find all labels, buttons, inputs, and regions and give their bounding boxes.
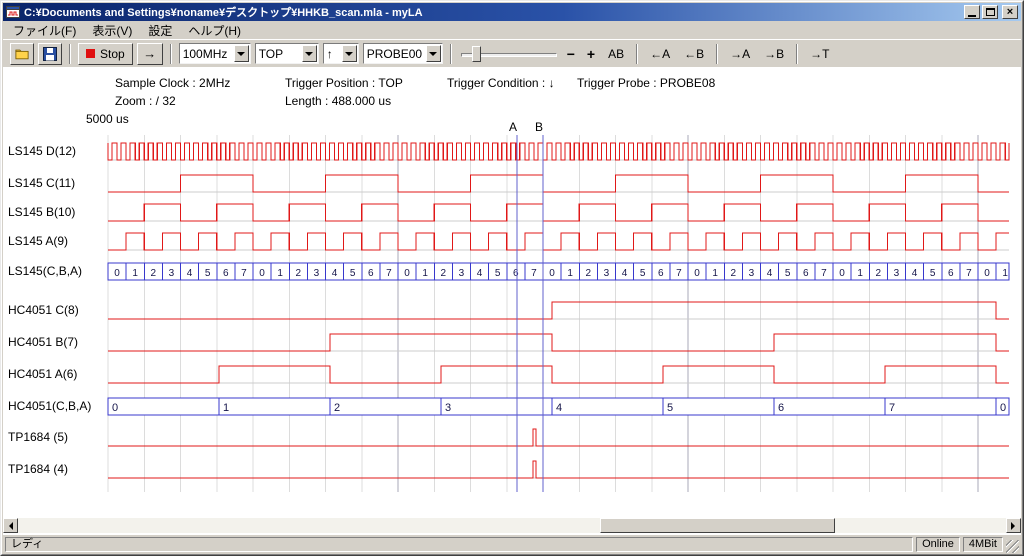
svg-text:0: 0 — [114, 268, 120, 279]
statusbar: レディ Online 4MBit — [3, 536, 1021, 553]
svg-text:4: 4 — [912, 268, 918, 279]
svg-text:1: 1 — [712, 268, 718, 279]
arrow-left-icon — [5, 522, 13, 530]
svg-text:0: 0 — [694, 268, 700, 279]
horizontal-scrollbar[interactable] — [3, 518, 1021, 533]
svg-text:4: 4 — [556, 402, 562, 414]
svg-text:5: 5 — [667, 402, 673, 414]
svg-text:4: 4 — [187, 268, 193, 279]
app-window: C:¥Documents and Settings¥noname¥デスクトップ¥… — [0, 0, 1024, 556]
svg-text:6: 6 — [368, 268, 374, 279]
svg-text:4: 4 — [767, 268, 773, 279]
svg-text:3: 3 — [749, 268, 755, 279]
svg-text:1: 1 — [567, 268, 573, 279]
status-memory-badge: 4MBit — [963, 537, 1003, 552]
svg-text:6: 6 — [778, 402, 784, 414]
svg-text:2: 2 — [296, 268, 302, 279]
svg-text:6: 6 — [803, 268, 809, 279]
svg-text:4: 4 — [477, 268, 483, 279]
svg-text:B: B — [535, 120, 543, 134]
svg-text:2: 2 — [441, 268, 447, 279]
svg-text:5: 5 — [350, 268, 356, 279]
svg-text:5: 5 — [930, 268, 936, 279]
arrow-right-icon — [1011, 522, 1019, 530]
svg-text:6: 6 — [513, 268, 519, 279]
svg-text:7: 7 — [966, 268, 972, 279]
svg-text:0: 0 — [984, 268, 990, 279]
status-message: レディ — [5, 537, 913, 552]
svg-text:5: 5 — [785, 268, 791, 279]
svg-text:1: 1 — [223, 402, 229, 414]
svg-text:4: 4 — [622, 268, 628, 279]
svg-text:7: 7 — [386, 268, 392, 279]
svg-text:3: 3 — [314, 268, 320, 279]
scroll-left-button[interactable] — [3, 518, 18, 533]
svg-text:6: 6 — [948, 268, 954, 279]
svg-text:0: 0 — [259, 268, 265, 279]
svg-text:0: 0 — [839, 268, 845, 279]
svg-text:1: 1 — [1002, 268, 1008, 279]
svg-text:1: 1 — [277, 268, 283, 279]
svg-text:0: 0 — [1000, 402, 1006, 414]
svg-text:6: 6 — [223, 268, 229, 279]
svg-text:1: 1 — [132, 268, 138, 279]
svg-text:4: 4 — [332, 268, 338, 279]
svg-text:2: 2 — [586, 268, 592, 279]
svg-text:2: 2 — [151, 268, 157, 279]
svg-text:7: 7 — [241, 268, 247, 279]
svg-text:2: 2 — [334, 402, 340, 414]
resize-grip[interactable] — [1006, 540, 1019, 553]
svg-text:2: 2 — [876, 268, 882, 279]
svg-text:2: 2 — [731, 268, 737, 279]
svg-text:5: 5 — [205, 268, 211, 279]
svg-text:5: 5 — [495, 268, 501, 279]
svg-text:0: 0 — [112, 402, 118, 414]
svg-text:0: 0 — [549, 268, 555, 279]
svg-text:7: 7 — [531, 268, 537, 279]
svg-text:3: 3 — [604, 268, 610, 279]
svg-text:1: 1 — [857, 268, 863, 279]
status-online-badge: Online — [916, 537, 960, 552]
waveform-plot[interactable]: 0 1 2 3 4 5 6 7 0 1 2 3 4 5 6 7 0 1 2 3 4 5 6 7 0 1 2 3 4 5 6 7 0 1 2 3 4 5 6 7… — [0, 0, 1024, 556]
svg-text:3: 3 — [169, 268, 175, 279]
svg-text:7: 7 — [821, 268, 827, 279]
svg-text:0: 0 — [404, 268, 410, 279]
scroll-thumb[interactable] — [600, 518, 835, 533]
svg-text:3: 3 — [894, 268, 900, 279]
scroll-track[interactable] — [18, 518, 1006, 533]
svg-text:7: 7 — [889, 402, 895, 414]
svg-text:7: 7 — [676, 268, 682, 279]
scroll-right-button[interactable] — [1006, 518, 1021, 533]
svg-text:1: 1 — [422, 268, 428, 279]
svg-text:3: 3 — [459, 268, 465, 279]
svg-text:6: 6 — [658, 268, 664, 279]
svg-text:A: A — [509, 120, 517, 134]
svg-text:3: 3 — [445, 402, 451, 414]
svg-text:5: 5 — [640, 268, 646, 279]
